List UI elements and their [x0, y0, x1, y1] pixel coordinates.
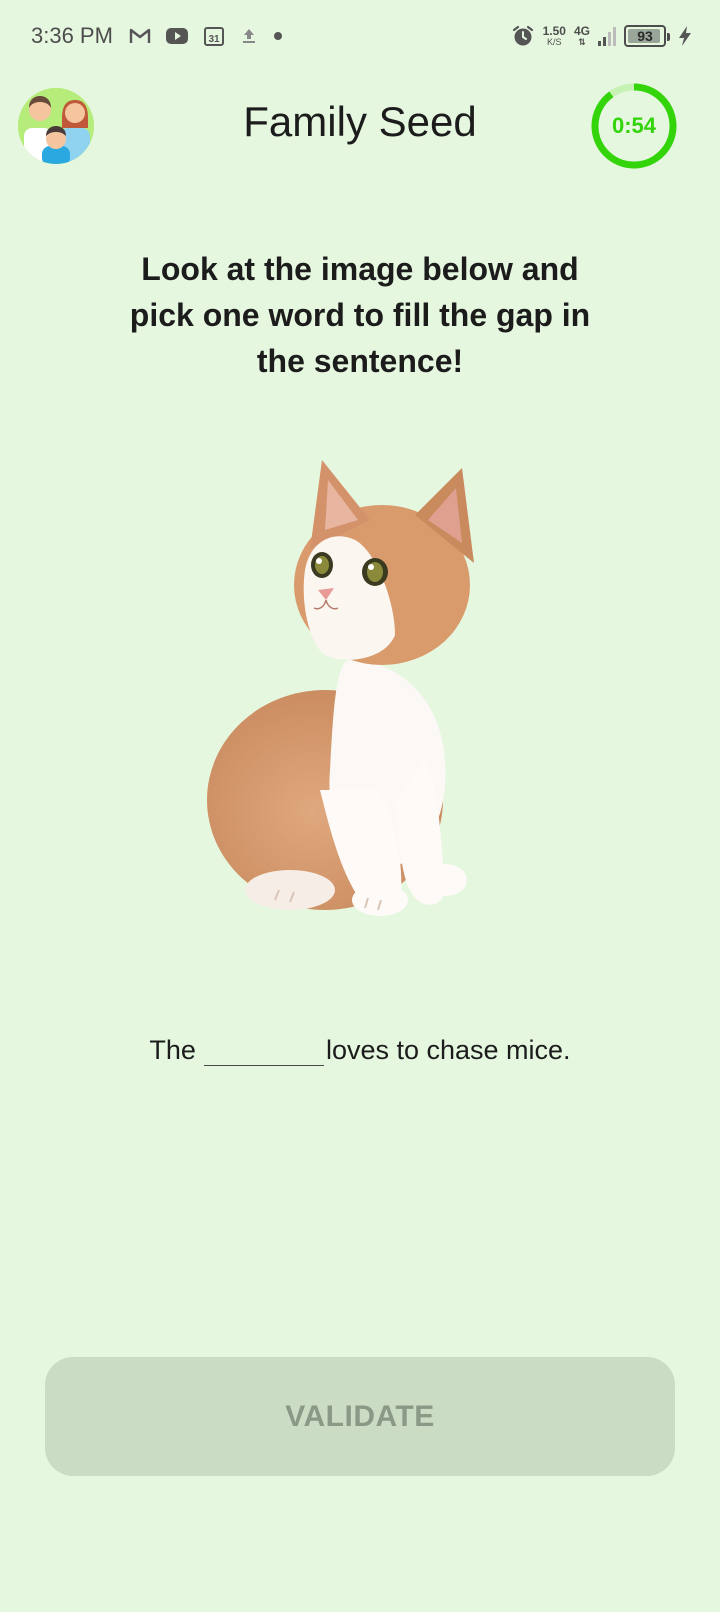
- answer-blank[interactable]: [203, 1028, 324, 1066]
- calendar-icon: 31: [203, 25, 225, 47]
- battery-level: 93: [637, 28, 653, 44]
- net-speed: 1.50 K/S: [543, 25, 566, 47]
- dot-icon: [273, 31, 283, 41]
- status-right: 1.50 K/S 4G ⇅ 93: [511, 24, 692, 48]
- svg-text:31: 31: [208, 34, 220, 45]
- data-arrows-icon: ⇅: [578, 37, 586, 47]
- battery-icon: 93: [624, 25, 670, 47]
- status-bar: 3:36 PM 31 1.50 K/S 4G ⇅ 93: [0, 0, 720, 72]
- gap-sentence: The loves to chase mice.: [0, 1028, 720, 1066]
- network-type-label: 4G: [573, 24, 590, 38]
- countdown-timer: 0:54: [590, 82, 678, 170]
- validate-button[interactable]: VALIDATE: [45, 1357, 675, 1476]
- net-speed-value: 1.50: [542, 24, 566, 38]
- signal-icon: [598, 25, 616, 47]
- gmail-icon: [129, 27, 151, 45]
- charging-icon: [678, 25, 692, 47]
- youtube-icon: [165, 27, 189, 45]
- status-time: 3:36 PM: [31, 23, 113, 48]
- sentence-after: loves to chase mice.: [325, 1035, 571, 1065]
- net-speed-unit: K/S: [547, 37, 562, 47]
- network-type: 4G ⇅: [574, 25, 590, 47]
- timer-label: 0:54: [611, 113, 657, 138]
- upload-icon: [239, 26, 259, 46]
- instruction-text: Look at the image below and pick one wor…: [129, 251, 591, 379]
- status-left: 3:36 PM 31: [31, 23, 283, 49]
- sentence-before: The: [149, 1035, 196, 1065]
- kitten-image: [200, 460, 520, 940]
- alarm-icon: [511, 24, 535, 48]
